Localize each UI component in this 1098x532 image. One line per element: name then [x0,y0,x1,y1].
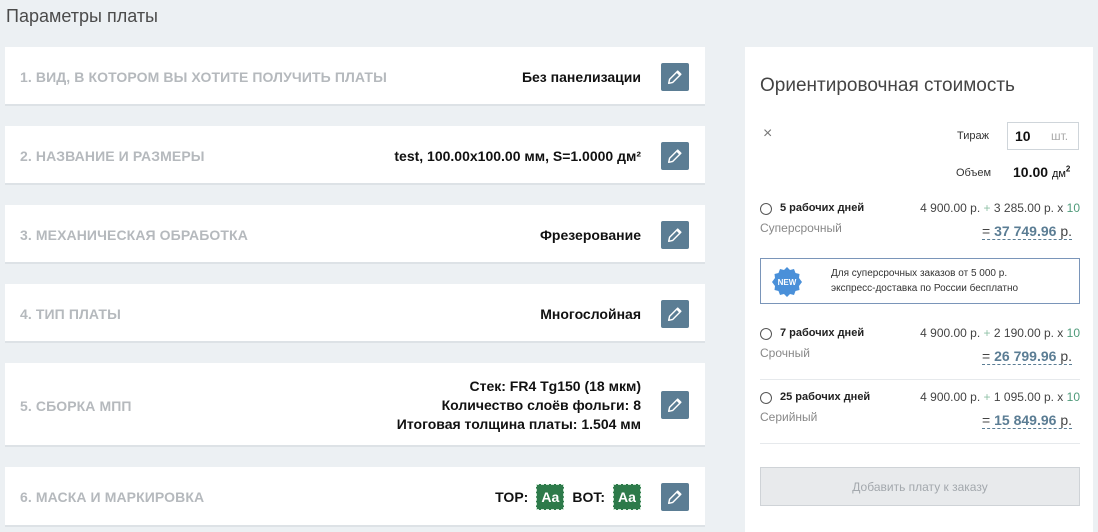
delivery-days: 25 рабочих дней [780,391,871,403]
stackup-thickness: Итоговая толщина платы: 1.504 мм [396,416,641,432]
new-badge-icon: NEW [772,267,802,297]
volume-number: 10.00 [1013,164,1049,180]
edit-button[interactable] [661,63,689,91]
bot-label: BOT: [572,489,605,505]
close-icon[interactable]: × [763,125,772,143]
bot-mask-swatch: Aa [613,484,641,510]
step-label: 2. НАЗВАНИЕ И РАЗМЕРЫ [20,148,205,164]
volume-exponent: 2 [1065,164,1071,174]
price-qty: 10 [1066,201,1080,215]
mask-values: TOP: Aa BOT: Aa [495,484,641,510]
pencil-icon [667,70,682,85]
quantity-label: Тираж [957,130,989,142]
step-label: 4. ТИП ПЛАТЫ [20,306,121,322]
edit-button[interactable] [661,391,689,419]
delivery-option: 7 рабочих дней Срочный 4 900.00 р. + 2 1… [760,325,1080,373]
unit-price: 3 285.00 р. [993,201,1054,215]
promo-line: экспресс-доставка по России бесплатно [831,283,1019,294]
page-title: Параметры платы [6,6,158,26]
edit-button[interactable] [661,483,689,511]
stackup-material: Стек: FR4 Tg150 (18 мкм) [469,378,641,394]
price-formula: 4 900.00 р. + 2 190.00 р. x 10 [920,326,1080,340]
total-price: = 26 799.96 р. [982,348,1072,365]
edit-button[interactable] [661,221,689,249]
step-board-type: 4. ТИП ПЛАТЫ Многослойная [5,284,705,343]
pencil-icon [667,149,682,164]
step-value: Стек: FR4 Tg150 (18 мкм) Количество слоё… [397,377,641,434]
top-mask-swatch: Aa [536,484,565,510]
volume-value: 10.00 дм2 [1013,164,1070,180]
delivery-radio[interactable] [760,328,772,340]
step-label: 1. ВИД, В КОТОРОМ ВЫ ХОТИТЕ ПОЛУЧИТЬ ПЛА… [20,69,387,85]
quantity-input[interactable] [1007,122,1079,150]
base-price: 4 900.00 р. [920,390,981,404]
delivery-type: Срочный [760,346,810,360]
base-price: 4 900.00 р. [920,326,981,340]
delivery-option: 25 рабочих дней Серийный 4 900.00 р. + 1… [760,389,1080,437]
svg-text:NEW: NEW [778,278,797,287]
step-stackup: 5. СБОРКА МПП Стек: FR4 Tg150 (18 мкм) К… [5,363,705,447]
price-formula: 4 900.00 р. + 3 285.00 р. x 10 [920,201,1080,215]
step-mask-marking: 6. МАСКА И МАРКИРОВКА TOP: Aa BOT: Aa [5,467,705,527]
step-value: test, 100.00х100.00 мм, S=1.0000 дм² [394,148,641,164]
step-value: Без панелизации [521,69,641,85]
top-label: TOP: [495,489,529,505]
price-formula: 4 900.00 р. + 1 095.00 р. x 10 [920,390,1080,404]
total-price: = 37 749.96 р. [982,223,1072,240]
step-label: 3. МЕХАНИЧЕСКАЯ ОБРАБОТКА [20,227,248,243]
total-price: = 15 849.96 р. [982,412,1072,429]
unit-price: 1 095.00 р. [993,390,1054,404]
quantity-unit: шт. [1051,129,1069,143]
pencil-icon [667,228,682,243]
delivery-days: 5 рабочих дней [780,202,865,214]
step-label: 5. СБОРКА МПП [20,398,132,414]
edit-button[interactable] [661,300,689,328]
cost-panel: Ориентировочная стоимость × Тираж шт. Об… [745,47,1093,532]
step-mechanical: 3. МЕХАНИЧЕСКАЯ ОБРАБОТКА Фрезерование [5,205,705,264]
delivery-type: Серийный [760,410,818,424]
pencil-icon [667,398,682,413]
total-amount: 26 799.96 [994,348,1057,364]
edit-button[interactable] [661,142,689,170]
step-panelization: 1. ВИД, В КОТОРОМ ВЫ ХОТИТЕ ПОЛУЧИТЬ ПЛА… [5,47,705,106]
volume-label: Объем [956,167,992,179]
promo-banner: NEW Для суперсрочных заказов от 5 000 р.… [760,258,1080,304]
pencil-icon [667,307,682,322]
step-label: 6. МАСКА И МАРКИРОВКА [20,489,205,505]
add-board-button[interactable]: Добавить плату к заказу [760,467,1080,506]
price-qty: 10 [1066,326,1080,340]
currency: р. [1060,412,1072,428]
pencil-icon [667,490,682,505]
volume-unit: дм [1051,168,1066,180]
step-value: Многослойная [540,306,641,322]
total-amount: 37 749.96 [994,223,1057,239]
delivery-type: Суперсрочный [760,221,842,235]
step-name-size: 2. НАЗВАНИЕ И РАЗМЕРЫ test, 100.00х100.0… [5,126,705,185]
delivery-option: 5 рабочих дней Суперсрочный 4 900.00 р. … [760,200,1080,248]
price-qty: 10 [1066,390,1080,404]
divider [760,379,1080,380]
currency: р. [1060,223,1072,239]
divider [760,443,1080,444]
step-value: Фрезерование [539,227,641,243]
delivery-days: 7 рабочих дней [780,327,865,339]
promo-line: Для суперсрочных заказов от 5 000 р. [831,268,1008,279]
currency: р. [1060,348,1072,364]
base-price: 4 900.00 р. [920,201,981,215]
stackup-layers: Количество слоёв фольги: 8 [441,397,641,413]
promo-text: Для суперсрочных заказов от 5 000 р. экс… [831,266,1018,296]
delivery-radio[interactable] [760,392,772,404]
total-amount: 15 849.96 [994,412,1057,428]
cost-panel-title: Ориентировочная стоимость [760,75,1015,96]
delivery-radio[interactable] [760,203,772,215]
unit-price: 2 190.00 р. [993,326,1054,340]
